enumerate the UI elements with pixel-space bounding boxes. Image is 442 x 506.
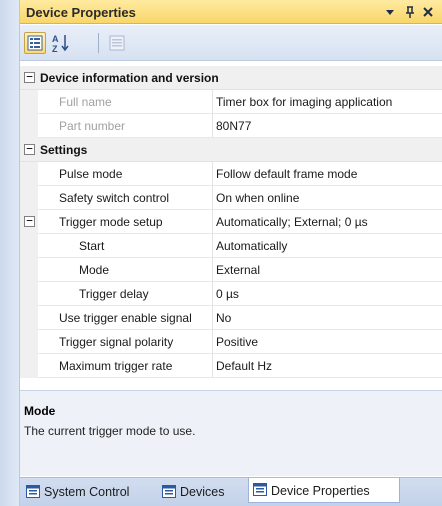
property-name: Pulse mode [39, 162, 213, 186]
property-name: Full name [39, 90, 213, 114]
property-pages-button[interactable] [106, 32, 128, 54]
property-value[interactable]: Automatically [214, 234, 442, 258]
property-grid: − Device information and version Full na… [20, 62, 442, 384]
close-icon[interactable] [420, 3, 436, 21]
collapse-icon[interactable]: − [24, 215, 35, 227]
description-text: The current trigger mode to use. [24, 424, 196, 438]
collapse-icon[interactable]: − [24, 143, 35, 155]
window-tab-icon [162, 485, 176, 498]
row-gutter [20, 282, 38, 306]
window-tab-icon [26, 485, 40, 498]
property-grid-toolbar: A Z [20, 25, 442, 61]
collapse-icon[interactable]: − [24, 71, 35, 83]
tab-devices[interactable]: Devices [158, 481, 244, 503]
category-label: Settings [40, 143, 88, 157]
property-row-safety-switch[interactable]: Safety switch control On when online [20, 186, 442, 210]
property-name: Trigger delay [39, 282, 213, 306]
property-row-part-number[interactable]: Part number 80N77 [20, 114, 442, 138]
tab-system-control[interactable]: System Control [22, 481, 154, 503]
row-gutter [20, 306, 38, 330]
tab-label: Device Properties [271, 484, 370, 498]
row-gutter [20, 90, 38, 114]
property-value[interactable]: Automatically; External; 0 µs [214, 210, 442, 234]
property-name: Part number [39, 114, 213, 138]
property-value[interactable]: Timer box for imaging application [214, 90, 442, 114]
property-value[interactable]: 0 µs [214, 282, 442, 306]
property-name: Maximum trigger rate [39, 354, 213, 378]
property-value[interactable]: 80N77 [214, 114, 442, 138]
property-row-trigger-delay[interactable]: Trigger delay 0 µs [20, 282, 442, 306]
panel-titlebar: Device Properties [20, 0, 442, 24]
category-settings[interactable]: − Settings [20, 138, 442, 162]
left-dock-strip [0, 0, 20, 506]
property-name: Mode [39, 258, 213, 282]
category-label: Device information and version [40, 71, 219, 85]
property-name: Trigger signal polarity [39, 330, 213, 354]
svg-text:A: A [52, 34, 59, 44]
categorized-view-button[interactable] [24, 32, 46, 54]
sort-az-icon: A Z [52, 34, 69, 54]
categorized-icon [27, 35, 43, 51]
property-name: Trigger mode setup [39, 210, 213, 234]
category-device-information[interactable]: − Device information and version [20, 66, 442, 90]
property-row-trigger-mode-setup[interactable]: − Trigger mode setup Automatically; Exte… [20, 210, 442, 234]
tab-device-properties[interactable]: Device Properties [248, 478, 400, 503]
property-value[interactable]: Positive [214, 330, 442, 354]
property-value[interactable]: No [214, 306, 442, 330]
property-name: Safety switch control [39, 186, 213, 210]
row-gutter [20, 114, 38, 138]
property-name: Use trigger enable signal [39, 306, 213, 330]
description-pane: Mode The current trigger mode to use. [20, 390, 442, 476]
property-name: Start [39, 234, 213, 258]
row-gutter [20, 354, 38, 378]
row-gutter [20, 258, 38, 282]
bottom-tab-bar: System Control Devices Device Properties [20, 477, 442, 506]
description-title: Mode [24, 404, 56, 418]
property-row-full-name[interactable]: Full name Timer box for imaging applicat… [20, 90, 442, 114]
pin-icon[interactable] [402, 3, 418, 21]
property-row-trigger-polarity[interactable]: Trigger signal polarity Positive [20, 330, 442, 354]
window-position-dropdown-icon[interactable] [382, 3, 398, 21]
property-row-start[interactable]: Start Automatically [20, 234, 442, 258]
row-gutter [20, 162, 38, 186]
panel-title: Device Properties [26, 5, 136, 20]
row-gutter [20, 234, 38, 258]
tab-label: Devices [180, 485, 225, 499]
property-pages-icon [109, 35, 125, 51]
property-value[interactable]: On when online [214, 186, 442, 210]
svg-text:Z: Z [52, 44, 58, 54]
row-gutter [20, 186, 38, 210]
tab-label: System Control [44, 485, 130, 499]
property-row-mode[interactable]: Mode External [20, 258, 442, 282]
alphabetical-sort-button[interactable]: A Z [50, 32, 72, 54]
property-row-pulse-mode[interactable]: Pulse mode Follow default frame mode [20, 162, 442, 186]
property-value[interactable]: Follow default frame mode [214, 162, 442, 186]
property-value[interactable]: External [214, 258, 442, 282]
property-row-max-trigger-rate[interactable]: Maximum trigger rate Default Hz [20, 354, 442, 378]
property-row-use-trigger-enable[interactable]: Use trigger enable signal No [20, 306, 442, 330]
toolbar-separator [98, 33, 99, 53]
property-value[interactable]: Default Hz [214, 354, 442, 378]
row-gutter [20, 330, 38, 354]
window-tab-icon [253, 483, 267, 496]
device-properties-panel: Device Properties A Z − Device informati… [20, 0, 442, 506]
